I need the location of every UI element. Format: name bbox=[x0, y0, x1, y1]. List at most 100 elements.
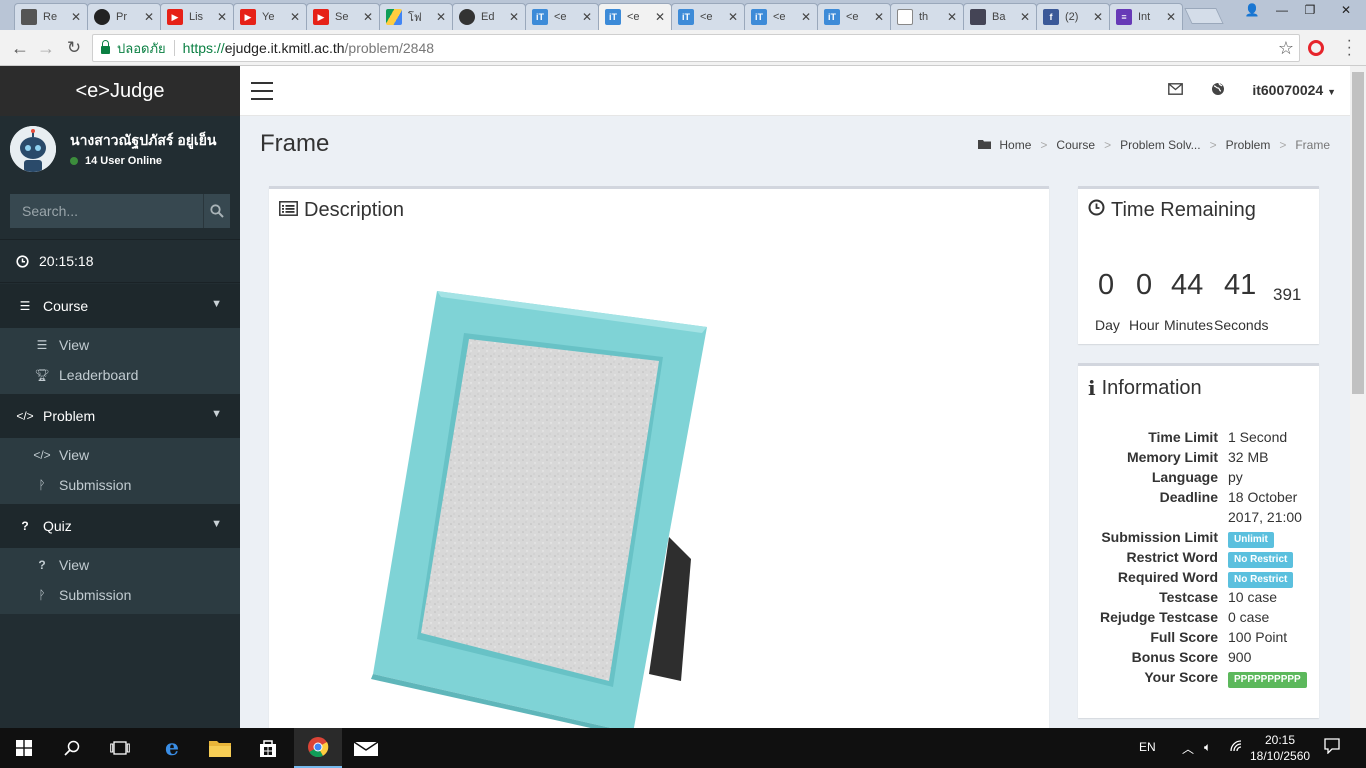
close-icon[interactable]: ✕ bbox=[509, 10, 519, 24]
browser-tab[interactable]: ▶ Se ✕ bbox=[306, 3, 380, 30]
robot-avatar-icon bbox=[10, 126, 56, 172]
window-close-icon[interactable]: ✕ bbox=[1326, 0, 1366, 20]
trophy-icon: 🏆︎ bbox=[34, 368, 50, 382]
browser-tab[interactable]: iT <e ✕ bbox=[744, 3, 818, 30]
close-icon[interactable]: ✕ bbox=[728, 10, 738, 24]
search-icon bbox=[210, 204, 224, 218]
it-icon: iT bbox=[605, 9, 621, 25]
question-icon: ? bbox=[21, 519, 29, 533]
mail-icon[interactable] bbox=[342, 728, 390, 768]
page-scrollbar[interactable] bbox=[1350, 66, 1366, 728]
profile-icon[interactable]: 👤 bbox=[1238, 0, 1266, 20]
picture-frame-image bbox=[371, 291, 707, 728]
information-title: i Information bbox=[1088, 376, 1202, 400]
sidebar-item-quiz-submission[interactable]: ᚹ Submission bbox=[0, 580, 240, 610]
url-path: /problem/2848 bbox=[344, 40, 435, 56]
close-icon[interactable]: ✕ bbox=[1166, 10, 1176, 24]
breadcrumb-problem-solving[interactable]: Problem Solv... bbox=[1120, 138, 1200, 152]
bookmark-star-icon[interactable]: ☆ bbox=[1278, 38, 1294, 59]
list-icon: ☰ bbox=[19, 299, 31, 313]
envelope-icon[interactable] bbox=[1168, 82, 1183, 98]
back-button[interactable]: ← bbox=[8, 36, 32, 60]
it-icon: iT bbox=[678, 9, 694, 25]
minimize-icon[interactable]: — bbox=[1268, 0, 1296, 20]
browser-tab[interactable]: ▶ Lis ✕ bbox=[160, 3, 234, 30]
caret-down-icon: ▼ bbox=[1327, 87, 1336, 97]
sidebar-item-problem-view[interactable]: </> View bbox=[0, 440, 240, 470]
browser-tab-active[interactable]: iT <e ✕ bbox=[598, 3, 672, 30]
close-icon[interactable]: ✕ bbox=[655, 10, 665, 24]
close-icon[interactable]: ✕ bbox=[436, 10, 446, 24]
windows-start-icon[interactable] bbox=[0, 728, 48, 768]
url-field[interactable]: ปลอดภัย https://ejudge.it.kmitl.ac.th/pr… bbox=[92, 34, 1300, 62]
new-tab-button[interactable] bbox=[1184, 8, 1224, 24]
store-icon[interactable] bbox=[244, 728, 292, 768]
opera-icon[interactable] bbox=[1308, 40, 1324, 56]
chevron-down-icon: ▼ bbox=[211, 408, 222, 420]
page-title: Frame bbox=[260, 130, 330, 157]
site-logo[interactable]: <e>Judge bbox=[0, 66, 240, 116]
input-language[interactable]: EN bbox=[1139, 740, 1156, 754]
close-icon[interactable]: ✕ bbox=[71, 10, 81, 24]
close-icon[interactable]: ✕ bbox=[363, 10, 373, 24]
volume-icon[interactable]: 🔈︎ bbox=[1204, 740, 1211, 755]
hamburger-menu-icon[interactable] bbox=[251, 82, 273, 100]
browser-tab[interactable]: th ✕ bbox=[890, 3, 964, 30]
close-icon[interactable]: ✕ bbox=[801, 10, 811, 24]
required-word-badge: No Restrict bbox=[1228, 572, 1294, 588]
sidebar-section-course[interactable]: ☰ Course ▼ bbox=[0, 284, 240, 328]
list-icon: ☰ bbox=[36, 338, 48, 352]
close-icon[interactable]: ✕ bbox=[290, 10, 300, 24]
browser-tab[interactable]: iT <e ✕ bbox=[525, 3, 599, 30]
browser-tab[interactable]: ▶ Ye ✕ bbox=[233, 3, 307, 30]
sidebar-item-problem-submission[interactable]: ᚹ Submission bbox=[0, 470, 240, 500]
search-input[interactable] bbox=[10, 194, 203, 228]
breadcrumb-home[interactable]: Home bbox=[999, 138, 1031, 152]
close-icon[interactable]: ✕ bbox=[217, 10, 227, 24]
reload-button[interactable]: ↻ bbox=[62, 36, 86, 60]
sidebar-section-problem[interactable]: </> Problem ▼ bbox=[0, 394, 240, 438]
file-explorer-icon[interactable] bbox=[196, 728, 244, 768]
browser-tab[interactable]: ≡ Int ✕ bbox=[1109, 3, 1183, 30]
action-center-icon[interactable] bbox=[1324, 738, 1340, 757]
info-row-bonus-score: Bonus Score 900 bbox=[1131, 649, 1252, 665]
taskbar-clock[interactable]: 20:15 18/10/2560 bbox=[1250, 732, 1310, 764]
restore-icon[interactable]: ❐ bbox=[1296, 0, 1324, 20]
taskbar-search-icon[interactable] bbox=[48, 728, 96, 768]
edge-browser-icon[interactable]: e bbox=[148, 728, 196, 768]
breadcrumb-problem[interactable]: Problem bbox=[1226, 138, 1271, 152]
scrollbar-thumb[interactable] bbox=[1352, 72, 1364, 394]
task-view-icon[interactable] bbox=[96, 728, 144, 768]
network-icon[interactable] bbox=[1230, 740, 1244, 755]
search-button[interactable] bbox=[203, 194, 230, 228]
forward-button[interactable]: → bbox=[34, 36, 58, 60]
sidebar-item-course-view[interactable]: ☰ View bbox=[0, 330, 240, 360]
globe-icon[interactable] bbox=[1211, 82, 1225, 99]
facebook-icon: f bbox=[1043, 9, 1059, 25]
sidebar-section-quiz[interactable]: ? Quiz ▼ bbox=[0, 504, 240, 548]
close-icon[interactable]: ✕ bbox=[947, 10, 957, 24]
browser-tab[interactable]: โฟ ✕ bbox=[379, 3, 453, 30]
close-icon[interactable]: ✕ bbox=[1093, 10, 1103, 24]
browser-menu-icon[interactable]: · · · bbox=[1347, 33, 1352, 63]
sidebar-item-quiz-view[interactable]: ? View bbox=[0, 550, 240, 580]
tray-expand-icon[interactable]: ︿ bbox=[1182, 740, 1194, 757]
browser-tab[interactable]: iT <e ✕ bbox=[671, 3, 745, 30]
chrome-taskbar-icon[interactable] bbox=[294, 728, 342, 768]
info-row-memory-limit: Memory Limit 32 MB bbox=[1126, 449, 1269, 465]
breadcrumb-course[interactable]: Course bbox=[1056, 138, 1095, 152]
close-icon[interactable]: ✕ bbox=[874, 10, 884, 24]
browser-tab[interactable]: iT <e ✕ bbox=[817, 3, 891, 30]
list-alt-icon bbox=[279, 199, 298, 222]
browser-tab[interactable]: f (2) ✕ bbox=[1036, 3, 1110, 30]
browser-tab[interactable]: Ed ✕ bbox=[452, 3, 526, 30]
browser-tab[interactable]: Ba ✕ bbox=[963, 3, 1037, 30]
browser-tab[interactable]: Re ✕ bbox=[14, 3, 88, 30]
it-icon: iT bbox=[824, 9, 840, 25]
close-icon[interactable]: ✕ bbox=[582, 10, 592, 24]
browser-tab[interactable]: Pr ✕ bbox=[87, 3, 161, 30]
user-dropdown[interactable]: it60070024 ▼ bbox=[1252, 82, 1336, 98]
sidebar-item-leaderboard[interactable]: 🏆︎ Leaderboard bbox=[0, 360, 240, 390]
close-icon[interactable]: ✕ bbox=[144, 10, 154, 24]
close-icon[interactable]: ✕ bbox=[1020, 10, 1030, 24]
